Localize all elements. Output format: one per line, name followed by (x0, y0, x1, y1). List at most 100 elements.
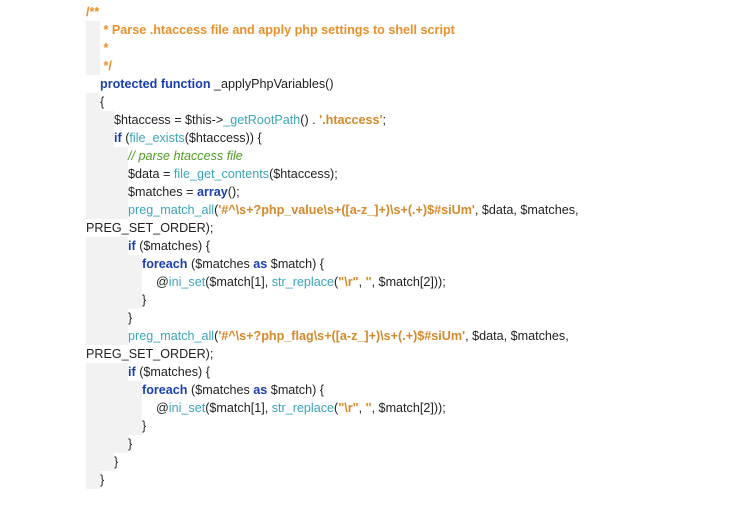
code-line: // parse htaccess file (86, 147, 646, 165)
code-line: PREG_SET_ORDER); (86, 219, 646, 237)
code-text: preg_match_all('#^\s+?php_flag\s+([a-z_]… (86, 329, 569, 343)
code-text: foreach ($matches as $match) { (86, 257, 324, 271)
code-token: ; (382, 113, 387, 127)
code-line: preg_match_all('#^\s+?php_flag\s+([a-z_]… (86, 327, 646, 345)
code-line: foreach ($matches as $match) { (86, 381, 646, 399)
string-token: "\r" (338, 401, 359, 415)
code-text: } (86, 455, 118, 469)
code-line: @ini_set($match[1], str_replace("\r", ''… (86, 399, 646, 417)
code-text: * (86, 41, 108, 55)
code-token: @ (156, 275, 169, 289)
code-line: $data = file_get_contents($htaccess); (86, 165, 646, 183)
code-text: { (86, 95, 104, 109)
code-text: if ($matches) { (86, 239, 210, 253)
code-token: , $data, $matches, (474, 203, 579, 217)
code-text: } (86, 311, 132, 325)
code-token: $match) { (267, 383, 325, 397)
code-text: $htaccess = $this->_getRootPath() . '.ht… (86, 113, 386, 127)
code-token: $data = (128, 167, 174, 181)
code-text: // parse htaccess file (86, 149, 243, 163)
function-token: file_exists (129, 131, 185, 145)
code-line: } (86, 309, 646, 327)
code-token: ($matches) { (135, 365, 210, 379)
function-token: preg_match_all (128, 203, 215, 217)
code-token: @ (156, 401, 169, 415)
function-token: str_replace (271, 275, 335, 289)
code-line: $htaccess = $this->_getRootPath() . '.ht… (86, 111, 646, 129)
code-token: ($htaccess)) { (184, 131, 262, 145)
code-line: foreach ($matches as $match) { (86, 255, 646, 273)
code-token: () . (300, 113, 320, 127)
code-token: , $data, $matches, (465, 329, 569, 343)
code-line: protected function _applyPhpVariables() (86, 75, 646, 93)
code-token: } (142, 419, 147, 433)
code-text: foreach ($matches as $match) { (86, 383, 324, 397)
code-token: $htaccess = $this-> (114, 113, 224, 127)
code-text: PREG_SET_ORDER); (86, 221, 213, 235)
code-text: $matches = array(); (86, 185, 240, 199)
code-token: (); (227, 185, 240, 199)
function-token: ini_set (168, 275, 206, 289)
code-line: } (86, 435, 646, 453)
code-line: */ (86, 57, 646, 75)
code-text: @ini_set($match[1], str_replace("\r", ''… (86, 401, 446, 415)
code-text: protected function _applyPhpVariables() (86, 77, 334, 91)
code-token: } (128, 311, 133, 325)
code-line: if (file_exists($htaccess)) { (86, 129, 646, 147)
code-token: $match) { (267, 257, 325, 271)
string-token: '.htaccess' (319, 113, 383, 127)
code-token: } (100, 473, 105, 487)
code-text: */ (86, 59, 112, 73)
code-text: if ($matches) { (86, 365, 210, 379)
code-line: $matches = array(); (86, 183, 646, 201)
code-token: ($matches (187, 383, 254, 397)
inline-comment-token: // parse htaccess file (128, 149, 243, 163)
function-token: file_get_contents (173, 167, 270, 181)
code-token: } (142, 293, 147, 307)
code-line: @ini_set($match[1], str_replace("\r", ''… (86, 273, 646, 291)
code-line: } (86, 291, 646, 309)
code-token: ($matches (187, 257, 254, 271)
code-text: /** (86, 5, 99, 19)
code-token: PREG_SET_ORDER); (86, 347, 214, 361)
code-line: * Parse .htaccess file and apply php set… (86, 21, 646, 39)
doc-comment-token: /** (86, 5, 100, 19)
keyword-token: if (128, 239, 136, 253)
function-token: str_replace (271, 401, 335, 415)
code-token: ($htaccess); (269, 167, 338, 181)
code-text: preg_match_all('#^\s+?php_value\s+([a-z_… (86, 203, 579, 217)
code-token: } (114, 455, 119, 469)
code-text: @ini_set($match[1], str_replace("\r", ''… (86, 275, 446, 289)
keyword-token: if (128, 365, 136, 379)
code-text: PREG_SET_ORDER); (86, 347, 213, 361)
code-text: } (86, 437, 132, 451)
code-token: ($match[1], (205, 401, 272, 415)
keyword-token: as (253, 383, 268, 397)
keyword-token: if (114, 131, 122, 145)
keyword-token: array (196, 185, 228, 199)
code-text: if (file_exists($htaccess)) { (86, 131, 262, 145)
keyword-token: as (253, 257, 268, 271)
code-line: } (86, 471, 646, 489)
code-line: { (86, 93, 646, 111)
code-token: PREG_SET_ORDER); (86, 221, 214, 235)
string-token: '#^\s+?php_flag\s+([a-z_]+)\s+(.+)$#siUm… (218, 329, 466, 343)
function-token: ini_set (168, 401, 206, 415)
code-token: , (358, 275, 366, 289)
code-line: /** (86, 3, 646, 21)
code-token: , $match[2])); (371, 401, 446, 415)
code-line: } (86, 417, 646, 435)
code-token: } (128, 437, 133, 451)
code-block: /** * Parse .htaccess file and apply php… (86, 3, 646, 489)
doc-comment-token: * Parse .htaccess file and apply php set… (100, 23, 455, 37)
code-token: , $match[2])); (371, 275, 446, 289)
code-text: } (86, 419, 146, 433)
string-token: "\r" (338, 275, 359, 289)
code-text: * Parse .htaccess file and apply php set… (86, 23, 455, 37)
code-line: } (86, 453, 646, 471)
doc-comment-token: */ (100, 59, 112, 73)
code-line: if ($matches) { (86, 237, 646, 255)
string-token: '#^\s+?php_value\s+([a-z_]+)\s+(.+)$#siU… (218, 203, 475, 217)
code-line: * (86, 39, 646, 57)
code-token: , (358, 401, 366, 415)
